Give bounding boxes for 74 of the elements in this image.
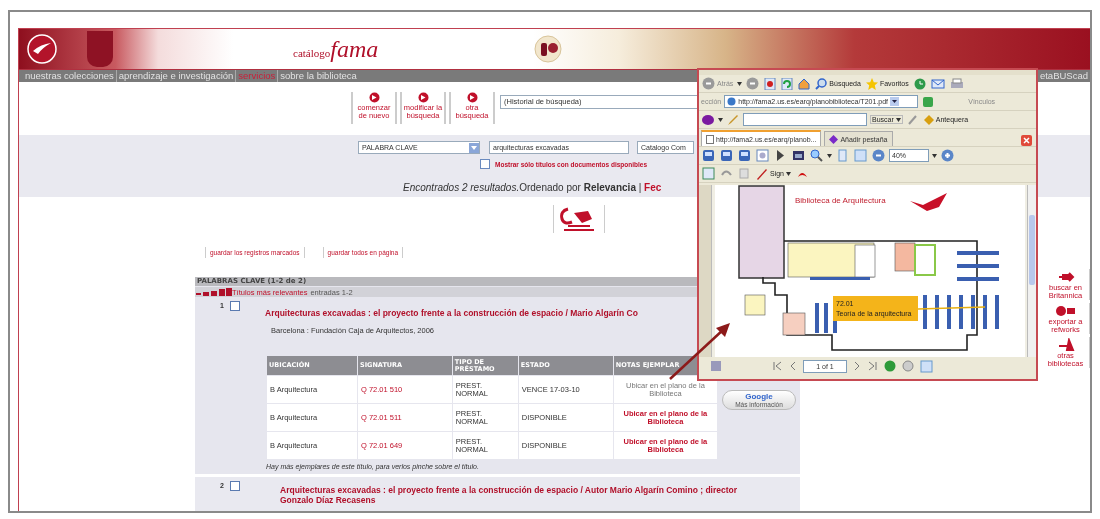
page-icon [727,97,737,106]
history-icon [913,77,926,90]
caret-icon [718,117,723,122]
toolbar-button[interactable] [737,149,752,162]
sort-link[interactable]: Fec [644,182,662,193]
dropdown-arrow-icon [469,142,479,153]
highlighter-icon [906,113,919,126]
checkbox[interactable] [480,159,490,169]
star-icon [865,77,878,90]
first-page-icon [772,361,782,371]
result-title[interactable]: Arquitecturas excavadas : el proyecto frente a la construcción de espacio / Mario Algarín Co [265,308,695,318]
caret-icon [932,153,937,158]
zoom-out-icon [872,149,885,162]
snapshot-icon [792,149,805,162]
form-icon [702,167,715,180]
next-page-icon [852,361,862,371]
banner-ornament [87,31,113,67]
nav-link[interactable]: aprendizaje e investigación [115,70,236,82]
emblem-icon [533,34,564,64]
pencil-icon [727,113,739,126]
zoom-in-icon [941,149,954,162]
home-icon [798,77,811,90]
binoculars-icon [738,149,751,162]
toolbar-button[interactable] [719,149,734,162]
caret-icon [827,153,832,158]
nav-link[interactable]: sobre la biblioteca [277,70,359,82]
fit-page-icon [836,149,849,162]
last-page-icon [868,361,878,371]
zoom-icon [810,149,823,162]
results-summary: Encontrados 2 resultados.Ordenado por Relevancia | [403,182,643,193]
page-icon [706,134,714,144]
pen-icon [756,167,768,180]
clave-logo-icon [553,205,605,233]
toolbar-button[interactable] [763,77,778,90]
copy-icon [738,167,751,180]
result-title[interactable]: Arquitecturas excavadas : el proyecto frente a la construcción de espacio / Autor Mario Algarín Comino ; director Gonzalo Díaz Recasens [280,485,750,505]
dropdown-arrow-icon [890,97,900,106]
hand-icon [756,149,769,162]
caret-icon [786,171,791,176]
save-icon [702,149,715,162]
caret-icon [895,117,901,122]
select-icon [774,149,787,162]
diamond-icon [923,114,934,125]
mail-icon [930,77,945,90]
search-icon [815,77,828,90]
toolbar-button[interactable] [809,149,824,162]
save-icon [710,360,722,372]
toolbar-button[interactable] [797,77,812,90]
toolbar-search-field[interactable] [743,113,867,126]
checkbox[interactable] [230,481,240,491]
refresh-icon [781,77,794,90]
toolbar-logo-icon [701,113,715,126]
logo-text: fama [330,35,379,63]
printer-icon [720,149,733,162]
single-page-icon [920,359,933,373]
plan-title: Biblioteca de Arquitectura [795,196,886,205]
previous-page-icon [788,361,798,371]
nav-link[interactable]: nuestras colecciones [23,70,116,82]
toolbar-button[interactable] [701,149,716,162]
stop-icon [902,360,914,372]
logo-icon [27,34,57,64]
go-button[interactable] [921,95,936,108]
stop-icon [764,77,777,90]
relevance-bars-icon [195,288,232,296]
toolbar-button[interactable] [791,149,806,162]
diamond-icon [829,134,839,144]
leader-line [917,306,986,310]
fit-width-icon [854,149,867,162]
printer-icon [949,77,964,90]
logo-text: catálogo [293,46,331,59]
swoosh-logo-icon [910,193,947,211]
checkbox[interactable] [230,301,240,311]
close-icon [1021,135,1032,146]
close-button[interactable] [1020,135,1033,146]
